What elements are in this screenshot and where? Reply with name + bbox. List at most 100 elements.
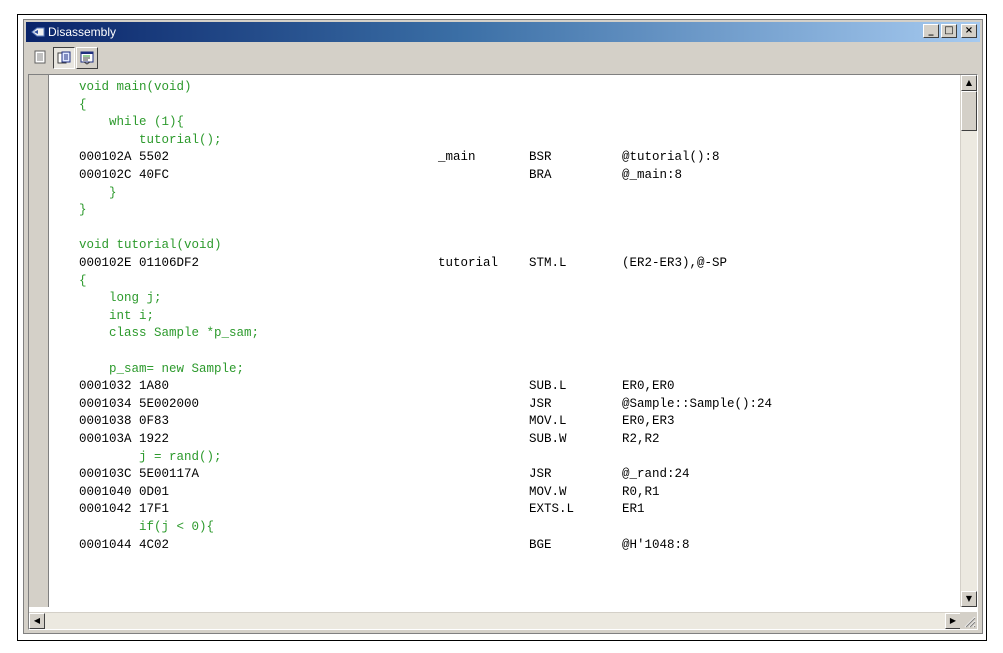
asm-operands: ER0,ER0 [622,379,675,394]
minimize-button[interactable]: _ [923,24,939,38]
source-line[interactable] [49,342,949,360]
asm-line[interactable]: 000102E 01106DF2 tutorial STM.L (ER2-ER3),@… [49,254,949,272]
scroll-right-button[interactable]: ▶ [945,613,961,629]
source-line[interactable]: tutorial(); [49,131,949,149]
source-text: tutorial(); [79,132,222,147]
address-code: 0001042 17F1 [79,502,170,517]
asm-line[interactable]: 0001032 1A80 SUB.L ER0,ER0 [49,377,949,395]
asm-operands: @_main:8 [622,168,683,182]
scroll-right-icon: ▶ [949,616,957,625]
asm-operands: R2,R2 [622,432,660,446]
title-bar[interactable]: Disassembly _ □ × [26,22,980,42]
source-text: p_sam= new Sample; [79,361,245,376]
source-line[interactable]: p_sam= new Sample; [49,360,949,378]
asm-operands: ER0,ER3 [622,414,675,429]
source-line[interactable]: j = rand(); [49,448,949,466]
vertical-scrollbar[interactable]: ▲ ▼ [960,75,977,607]
source-line[interactable]: int i; [49,307,949,325]
horizontal-scrollbar[interactable]: ◀ ▶ [29,612,961,629]
source-text: while (1){ [79,115,185,130]
source-text: j = rand(); [79,449,222,464]
source-text: { [79,97,87,112]
source-line[interactable]: { [49,272,949,290]
source-line[interactable]: void main(void) [49,78,949,96]
source-line[interactable]: if(j < 0){ [49,518,949,536]
source-line[interactable]: class Sample *p_sam; [49,324,949,342]
address-code: 0001034 5E002000 [79,396,200,411]
source-line[interactable]: } [49,184,949,202]
address-code: 000103C 5E00117A [79,467,200,482]
asm-line[interactable]: 0001040 0D01 MOV.W R0,R1 [49,483,949,501]
source-line[interactable]: while (1){ [49,113,949,131]
source-text: { [79,273,87,288]
source-line[interactable] [49,219,949,237]
minimize-icon: _ [928,25,934,36]
source-view-icon [34,50,46,64]
maximize-button[interactable]: □ [941,24,957,38]
source-line[interactable]: long j; [49,289,949,307]
address-code: 000102E 01106DF2 [79,256,200,270]
asm-operands: @H'1048:8 [622,537,690,552]
scroll-up-button[interactable]: ▲ [961,75,977,91]
asm-operands: R0,R1 [622,484,660,499]
asm-label: _main [438,150,476,165]
scroll-left-button[interactable]: ◀ [29,613,45,629]
disassembly-window[interactable]: Disassembly _ □ × void main(void) {whil… [23,19,983,634]
source-text: int i; [79,308,155,323]
address-code: 000103A 1922 [79,432,170,446]
asm-line[interactable]: 000103A 1922 SUB.W R2,R2 [49,430,949,448]
address-code: 0001040 0D01 [79,484,170,499]
asm-operands: @_rand:24 [622,467,690,482]
breakpoint-gutter[interactable] [29,75,49,607]
asm-operands: @tutorial():8 [622,150,720,165]
asm-line[interactable]: 0001034 5E002000 JSR @Sample::Sample():24 [49,395,949,413]
source-text: } [79,185,117,200]
asm-mnemonic: JSR [529,396,552,411]
asm-line[interactable]: 000102C 40FC BRA @_main:8 [49,166,949,184]
asm-mnemonic: BSR [529,150,552,165]
vertical-scroll-thumb[interactable] [961,91,977,131]
scroll-down-button[interactable]: ▼ [961,591,977,607]
mixed-view-button[interactable] [53,47,75,69]
source-line[interactable]: void tutorial(void) [49,236,949,254]
asm-line[interactable]: 000103C 5E00117A JSR @_rand:24 [49,465,949,483]
close-button[interactable]: × [961,24,977,38]
source-text: class Sample *p_sam; [79,326,260,341]
source-text: void tutorial(void) [79,238,222,253]
address-code: 000102C 40FC [79,168,170,182]
disassembly-view-icon [80,51,94,65]
close-icon: × [964,25,974,36]
source-text: if(j < 0){ [79,520,215,534]
asm-line[interactable]: 0001042 17F1 EXTS.L ER1 [49,500,949,518]
source-line[interactable]: { [49,96,949,114]
asm-mnemonic: EXTS.L [529,502,575,517]
window-title: Disassembly [48,25,117,39]
mixed-view-icon [57,51,71,64]
scroll-left-icon: ◀ [33,616,41,625]
scroll-down-icon: ▼ [965,594,973,603]
address-code: 0001044 4C02 [79,537,170,552]
asm-line[interactable]: 0001038 0F83 MOV.L ER0,ER3 [49,412,949,430]
source-line[interactable]: } [49,201,949,219]
disassembly-window-icon [31,27,45,37]
asm-mnemonic: MOV.L [529,414,567,429]
asm-operands: (ER2-ER3),@-SP [622,256,728,270]
disassembly-view-button[interactable] [76,47,98,69]
asm-line[interactable]: 000102A 5502 _main BSR @tutorial():8 [49,148,949,166]
maximize-icon: □ [944,25,954,36]
asm-mnemonic: BGE [529,537,552,552]
source-view-button[interactable] [30,47,52,69]
address-code: 000102A 5502 [79,150,170,165]
asm-line[interactable]: 0001044 4C02 BGE @H'1048:8 [49,536,949,554]
scroll-up-icon: ▲ [965,78,973,87]
disassembly-view[interactable]: void main(void){ while (1){ tutorial(); 0… [28,74,978,630]
source-text: long j; [79,291,162,306]
code-listing[interactable]: void main(void){ while (1){ tutorial(); 0… [49,75,961,607]
asm-mnemonic: JSR [529,467,552,482]
asm-mnemonic: STM.L [529,256,567,270]
asm-mnemonic: MOV.W [529,484,567,499]
toolbar [26,44,980,72]
source-text: } [79,203,87,218]
resize-grip-icon[interactable] [960,612,977,629]
asm-mnemonic: SUB.L [529,379,567,394]
